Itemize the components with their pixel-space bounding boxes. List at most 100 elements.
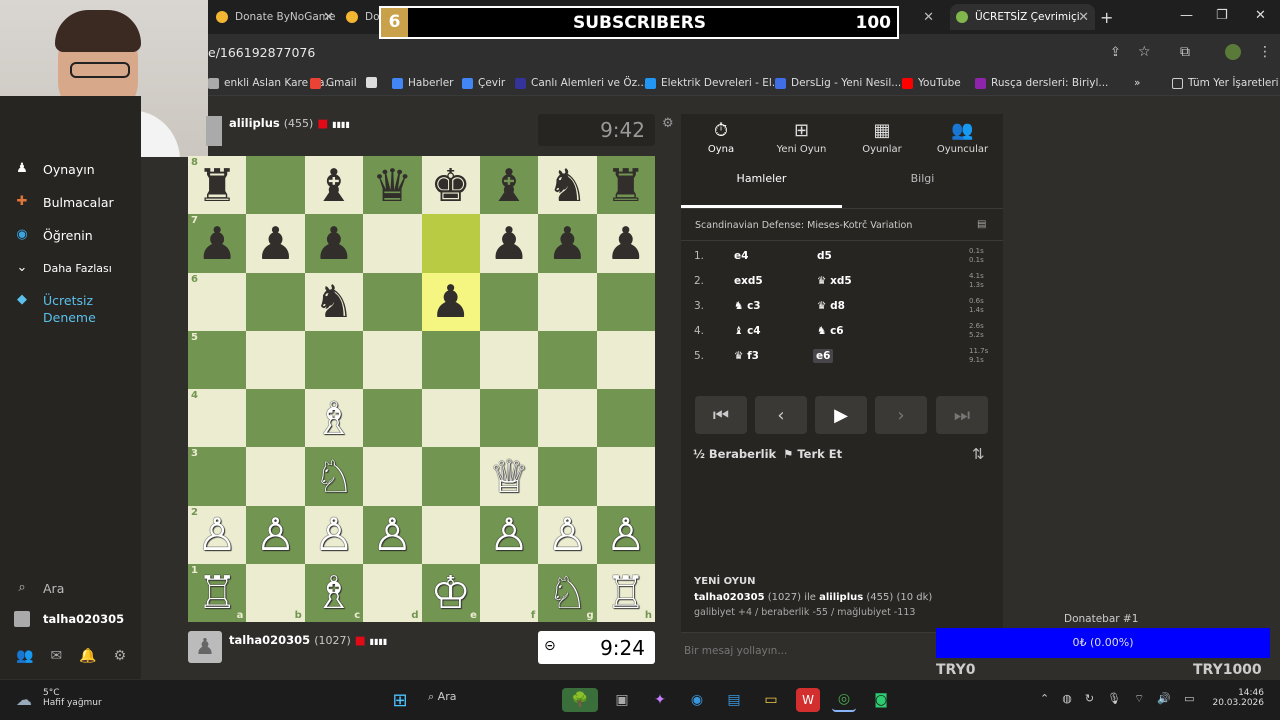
bookmark-item[interactable]: Çevir [462, 77, 505, 89]
black-piece-g7[interactable]: ♟ [547, 221, 587, 266]
square-h7[interactable]: ♟ [596, 214, 655, 273]
square-h3[interactable] [596, 447, 655, 506]
battery-icon[interactable]: ▭ [1184, 692, 1194, 706]
store-icon[interactable]: ▤ [722, 688, 746, 712]
black-piece-f8[interactable]: ♝ [489, 163, 529, 208]
app-w-icon[interactable]: W [796, 688, 820, 712]
sidebar-item-trial[interactable]: ◆ Ücretsiz Deneme [14, 292, 96, 326]
square-f8[interactable]: ♝ [479, 156, 539, 215]
black-piece-a7[interactable]: ♟ [197, 221, 237, 266]
white-piece-c1[interactable]: ♗ [314, 570, 354, 615]
square-e5[interactable] [421, 330, 480, 389]
square-f6[interactable] [479, 272, 539, 331]
square-c3[interactable]: ♘ [304, 447, 364, 506]
close-tab-icon[interactable]: ✕ [323, 10, 334, 25]
square-g7[interactable]: ♟ [538, 214, 597, 273]
sidebar-item[interactable]: ♟ Oynayın [14, 161, 94, 177]
white-piece-h1[interactable]: ♖ [606, 570, 646, 615]
square-d2[interactable]: ♙ [363, 505, 422, 564]
browser-tab[interactable]: ÜCRETSİZ Çevrimiçi ✕ [950, 4, 1095, 30]
panel-tab-oyunlar[interactable]: ▦ Oyunlar [842, 120, 922, 155]
close-tab-icon[interactable]: ✕ [1078, 10, 1089, 25]
all-bookmarks[interactable]: Tüm Yer İşaretleri [1172, 77, 1279, 89]
square-d7[interactable] [363, 214, 422, 273]
square-a6[interactable]: 6 [188, 272, 247, 331]
prev-move-button[interactable]: ‹ [755, 396, 807, 434]
last-move-button[interactable]: ⏭ [936, 396, 988, 434]
close-window-icon[interactable]: ✕ [1255, 8, 1266, 23]
sidebar-item[interactable]: ⌄ Daha Fazlası [14, 260, 112, 276]
panel-tab-oyna[interactable]: ⏱ Oyna [681, 120, 761, 155]
black-piece-g8[interactable]: ♞ [547, 163, 587, 208]
square-b4[interactable] [246, 389, 305, 448]
black-piece-h7[interactable]: ♟ [606, 221, 646, 266]
friends-icon[interactable]: 👥 [16, 648, 33, 664]
white-piece-c3[interactable]: ♘ [314, 454, 354, 499]
first-move-button[interactable]: ⏮ [695, 396, 747, 434]
square-a1[interactable]: ♖ 1 a [188, 563, 247, 622]
square-d3[interactable] [363, 447, 422, 506]
url-text[interactable]: e/166192877076 [208, 45, 315, 60]
square-c7[interactable]: ♟ [304, 214, 364, 273]
panel-tab-oyuncular[interactable]: 👥 Oyuncular [923, 120, 1003, 155]
black-piece-h8[interactable]: ♜ [606, 163, 646, 208]
bookmark-item[interactable]: YouTube [902, 77, 961, 89]
menu-dots-icon[interactable]: ⋮ [1258, 44, 1272, 60]
bookmark-item[interactable]: DersLig - Yeni Nesil... [775, 77, 901, 89]
white-piece-g2[interactable]: ♙ [547, 512, 587, 557]
square-c6[interactable]: ♞ [304, 272, 364, 331]
square-a8[interactable]: ♜ 8 [188, 156, 247, 215]
sidebar-search[interactable]: ⌕ Ara [14, 580, 64, 596]
bookmark-item[interactable] [366, 77, 382, 88]
new-tab-button[interactable]: + [1100, 8, 1113, 27]
browser-tab[interactable]: Donate ByNoGame✕ [210, 4, 340, 30]
play-button[interactable]: ▶ [815, 396, 867, 434]
black-move[interactable]: e6 [813, 348, 834, 363]
square-d1[interactable]: d [363, 563, 422, 622]
black-piece-e8[interactable]: ♚ [431, 163, 471, 208]
file-explorer-icon[interactable]: ▭ [759, 688, 783, 712]
square-b6[interactable] [246, 272, 305, 331]
white-piece-a2[interactable]: ♙ [197, 512, 237, 557]
tab-moves[interactable]: Hamleler [681, 172, 842, 185]
square-b5[interactable] [246, 330, 305, 389]
square-d5[interactable] [363, 330, 422, 389]
bookmark-item[interactable]: Haberler [392, 77, 453, 89]
square-a4[interactable]: 4 [188, 389, 247, 448]
black-piece-b7[interactable]: ♟ [255, 221, 295, 266]
square-b2[interactable]: ♙ [246, 505, 305, 564]
copilot-icon[interactable]: ✦ [648, 688, 672, 712]
edge-icon[interactable]: ◉ [685, 688, 709, 712]
square-e4[interactable] [421, 389, 480, 448]
square-g4[interactable] [538, 389, 597, 448]
bookmark-item[interactable]: Canlı Alemleri ve Öz... [515, 77, 647, 89]
bookmark-item[interactable]: Elektrik Devreleri - El... [645, 77, 782, 89]
black-move[interactable]: ♞ c6 [817, 325, 844, 337]
square-e7[interactable] [421, 214, 480, 273]
square-h1[interactable]: ♖ h [596, 563, 655, 622]
resign-button[interactable]: ⚑ Terk Et [783, 447, 842, 461]
maximize-icon[interactable]: ❐ [1216, 8, 1228, 23]
square-h8[interactable]: ♜ [596, 156, 655, 215]
clock-widget[interactable]: 14:46 20.03.2026 [1210, 688, 1264, 708]
tray-sync-icon[interactable]: ↻ [1085, 692, 1094, 706]
flip-board-icon[interactable]: ⇅ [972, 445, 985, 463]
square-d6[interactable] [363, 272, 422, 331]
square-f3[interactable]: ♕ [479, 447, 539, 506]
bookmark-star-icon[interactable]: ☆ [1138, 44, 1151, 60]
stream-app-icon[interactable]: ◙ [869, 688, 893, 712]
square-f5[interactable] [479, 330, 539, 389]
white-piece-b2[interactable]: ♙ [255, 512, 295, 557]
square-g1[interactable]: ♘ g [538, 563, 597, 622]
weather-widget[interactable]: 5°C Hafif yağmur [43, 688, 102, 708]
square-a3[interactable]: 3 [188, 447, 247, 506]
sidebar-user[interactable]: talha020305 [14, 611, 124, 627]
black-move[interactable]: d5 [817, 250, 832, 262]
white-piece-a1[interactable]: ♖ [197, 570, 237, 615]
mail-icon[interactable]: ✉ [50, 648, 62, 664]
square-g3[interactable] [538, 447, 597, 506]
square-g5[interactable] [538, 330, 597, 389]
square-g2[interactable]: ♙ [538, 505, 597, 564]
bookmark-item[interactable]: Gmail [310, 77, 357, 89]
white-piece-e1[interactable]: ♔ [431, 570, 471, 615]
